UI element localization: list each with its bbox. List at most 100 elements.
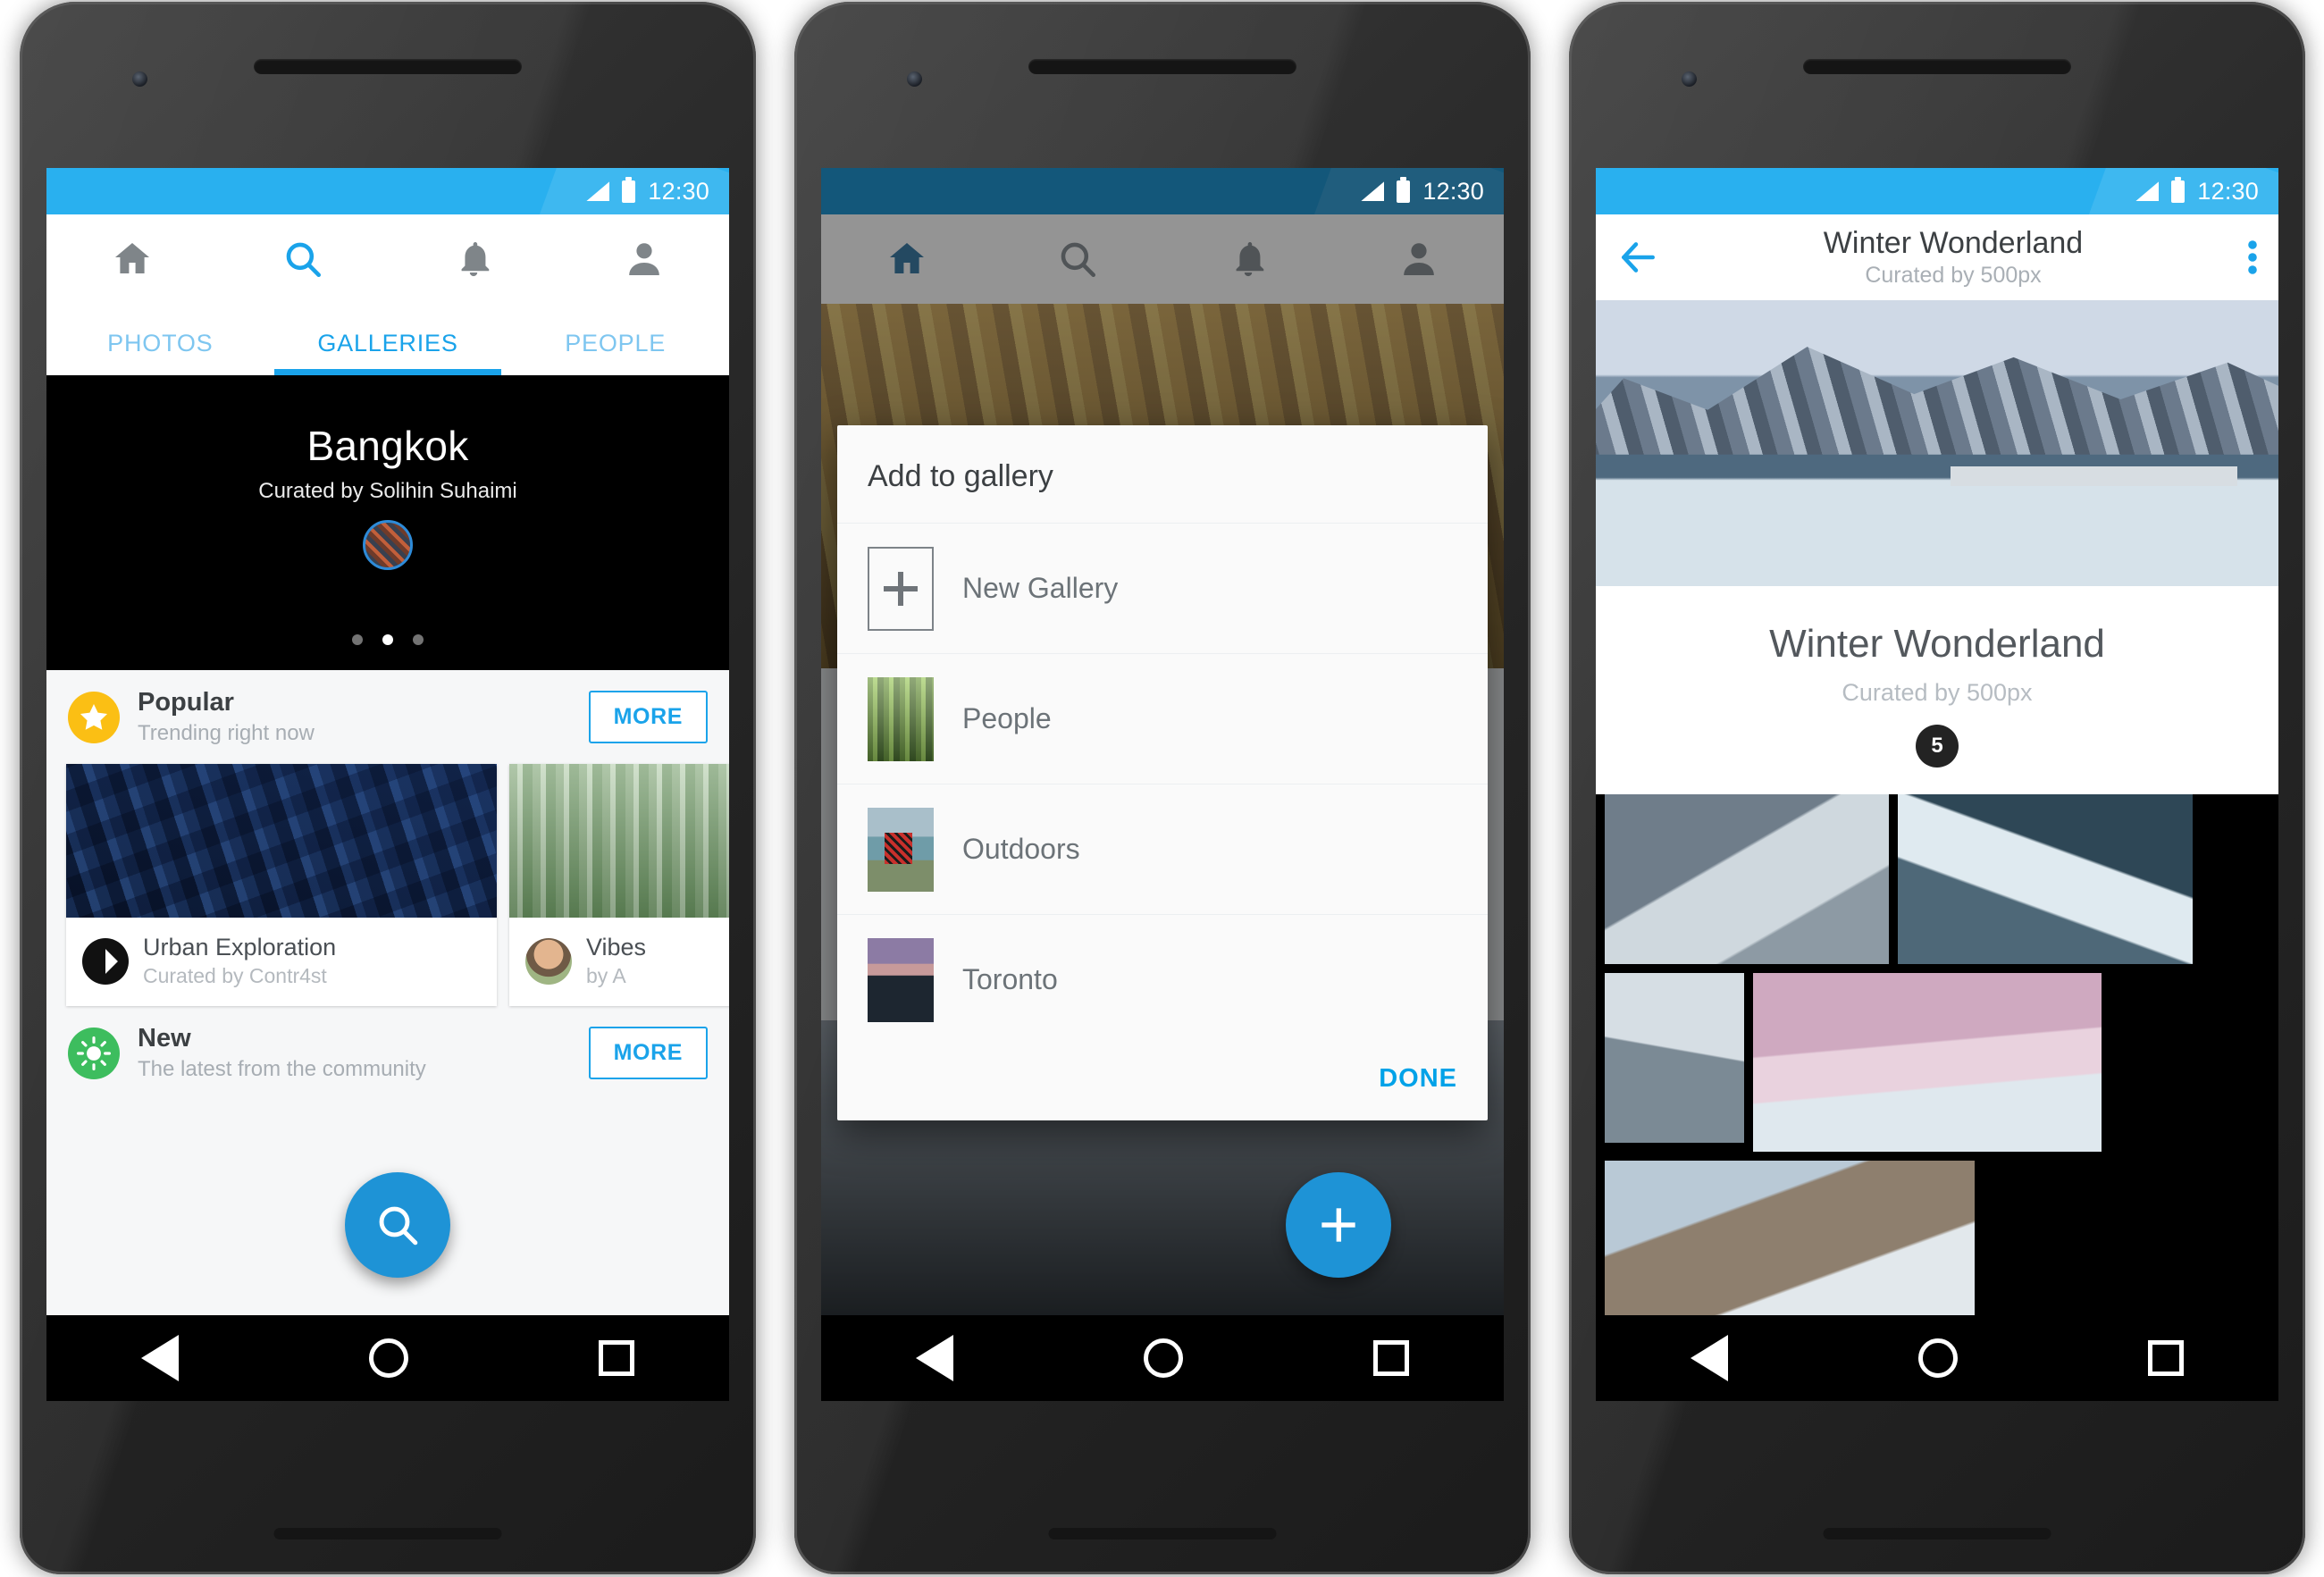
hero-subtitle: Curated by Solihin Suhaimi (258, 479, 517, 503)
tab-people[interactable]: PEOPLE (501, 330, 729, 375)
card-caption: Urban Exploration Curated by Contr4st (66, 918, 497, 1006)
earpiece (1802, 59, 2071, 74)
dialog-gallery-row-outdoors[interactable]: Outdoors (837, 784, 1488, 914)
earpiece (253, 59, 522, 74)
carousel-dot-active[interactable] (382, 634, 393, 645)
photo-tile[interactable] (1605, 973, 1744, 1143)
bell-icon (461, 242, 489, 277)
battery-icon (1397, 176, 1411, 203)
app-bar: Winter Wonderland Curated by 500px (1596, 214, 2278, 300)
plus-icon (868, 546, 934, 631)
500px-logo[interactable]: 5 (1916, 725, 1959, 768)
back-arrow-icon[interactable] (1615, 235, 1660, 280)
nav-recents-icon[interactable] (598, 1340, 634, 1376)
photo-grid (1596, 794, 2278, 1339)
photo-tile[interactable] (1605, 1161, 1975, 1339)
nav-profile-tab[interactable] (558, 238, 729, 281)
photo-tile[interactable] (1605, 794, 1889, 964)
nav-home-icon[interactable] (1917, 1338, 1958, 1378)
android-nav-bar (1596, 1315, 2278, 1401)
avatar (82, 937, 129, 985)
nav-recents-icon[interactable] (1372, 1340, 1409, 1376)
front-camera-icon (907, 71, 922, 87)
more-vert-icon[interactable] (2246, 236, 2259, 279)
avatar[interactable] (363, 520, 413, 570)
nav-notifications-tab[interactable] (388, 239, 558, 280)
dialog-title: Add to gallery (868, 459, 1053, 493)
phone-3: 12:30 Winter Wonderland Curated by 500px… (1549, 0, 2324, 1577)
gallery-card[interactable]: Vibes by A (509, 764, 729, 1006)
nav-recents-icon[interactable] (2147, 1340, 2184, 1376)
status-clock: 12:30 (2197, 177, 2259, 205)
add-fab[interactable] (1286, 1172, 1391, 1278)
nav-search-tab[interactable] (217, 237, 388, 281)
section-popular: Popular Trending right now MORE (46, 670, 729, 764)
dialog-new-gallery-row[interactable]: New Gallery (837, 523, 1488, 653)
carousel-dot[interactable] (413, 634, 424, 645)
status-bar: 12:30 (46, 168, 729, 214)
chin-speaker (1823, 1528, 2051, 1539)
photo-tile[interactable] (1898, 794, 2193, 964)
app-bar-titles: Winter Wonderland Curated by 500px (1660, 226, 2246, 289)
front-camera-icon (1682, 71, 1697, 87)
card-caption: Vibes by A (509, 918, 729, 1006)
gallery-thumbnail (868, 807, 934, 892)
card-curator: by A (586, 964, 626, 987)
section-subtitle: Trending right now (138, 721, 315, 745)
android-nav-bar (46, 1315, 729, 1401)
nav-home-tab[interactable] (46, 238, 217, 281)
phone-2: 12:30 Add to gallery New Gallery People … (775, 0, 1549, 1577)
section-new-text: New The latest from the community (138, 1024, 589, 1082)
dialog-gallery-label: Outdoors (962, 833, 1080, 865)
dialog-actions: DONE (837, 1044, 1488, 1120)
card-thumbnail (509, 764, 729, 918)
nav-back-icon[interactable] (1691, 1335, 1729, 1381)
featured-gallery-hero[interactable]: Bangkok Curated by Solihin Suhaimi (46, 375, 729, 670)
section-popular-text: Popular Trending right now (138, 688, 589, 746)
section-subtitle: The latest from the community (138, 1057, 426, 1081)
nav-home-icon[interactable] (368, 1338, 408, 1378)
gallery-thumbnail (868, 937, 934, 1022)
nav-back-icon[interactable] (916, 1335, 954, 1381)
dialog-gallery-row-people[interactable]: People (837, 653, 1488, 784)
add-to-gallery-dialog: Add to gallery New Gallery People Outdoo… (837, 425, 1488, 1120)
phone-3-screen: 12:30 Winter Wonderland Curated by 500px… (1596, 168, 2278, 1401)
star-icon (68, 691, 120, 743)
section-new: New The latest from the community MORE (46, 1006, 729, 1100)
gallery-cover-image (1596, 300, 2278, 586)
phone-1-screen: 12:30 PHOTOS GALLERIES PEOPLE Bangkok Cu… (46, 168, 729, 1401)
card-title: Urban Exploration (143, 934, 337, 960)
search-fab[interactable] (345, 1172, 450, 1278)
dialog-new-gallery-label: New Gallery (962, 572, 1119, 604)
battery-icon (2171, 176, 2186, 203)
hero-title: Bangkok (306, 423, 469, 469)
popular-cards-row: Urban Exploration Curated by Contr4st Vi… (46, 764, 729, 1006)
carousel-dot[interactable] (352, 634, 363, 645)
carousel-dots (46, 634, 729, 645)
dialog-gallery-label: Toronto (962, 963, 1058, 995)
chin-speaker (273, 1528, 501, 1539)
gallery-card[interactable]: Urban Exploration Curated by Contr4st (66, 764, 497, 1006)
card-thumbnail (66, 764, 497, 918)
more-button-new[interactable]: MORE (588, 1027, 708, 1079)
tab-galleries[interactable]: GALLERIES (273, 330, 502, 375)
plus-icon (1321, 1208, 1355, 1242)
sun-icon (68, 1027, 120, 1079)
phone-2-screen: 12:30 Add to gallery New Gallery People … (821, 168, 1504, 1401)
more-button-popular[interactable]: MORE (588, 691, 708, 743)
gallery-title-block: Winter Wonderland Curated by 500px 5 (1596, 586, 2278, 794)
section-title: Popular (138, 688, 234, 717)
nav-back-icon[interactable] (141, 1335, 180, 1381)
top-nav-bar (46, 214, 729, 304)
card-title: Vibes (586, 934, 647, 960)
phone-1: 12:30 PHOTOS GALLERIES PEOPLE Bangkok Cu… (0, 0, 775, 1577)
dialog-gallery-label: People (962, 702, 1052, 734)
nav-home-icon[interactable] (1143, 1338, 1183, 1378)
section-title: New (138, 1024, 191, 1053)
hero-text: Bangkok Curated by Solihin Suhaimi (46, 422, 729, 570)
tab-photos[interactable]: PHOTOS (46, 330, 274, 375)
dialog-gallery-row-toronto[interactable]: Toronto (837, 914, 1488, 1044)
done-button[interactable]: DONE (1379, 1064, 1457, 1094)
photo-tile[interactable] (1753, 973, 2102, 1152)
chin-speaker (1048, 1528, 1276, 1539)
